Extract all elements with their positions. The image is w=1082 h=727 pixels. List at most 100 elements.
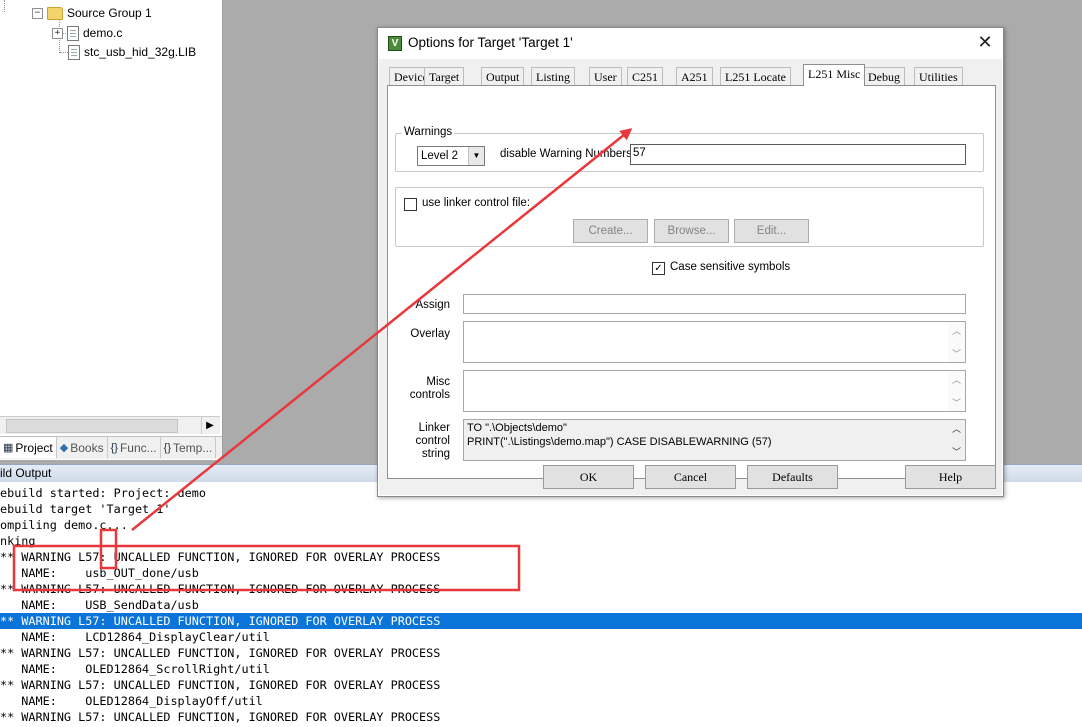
scroll-down-icon[interactable]: ﹀ bbox=[948, 396, 965, 409]
tab-project[interactable]: ▦ Project bbox=[0, 437, 57, 458]
build-output-line[interactable]: NAME: USB_SendData/usb bbox=[0, 597, 1082, 613]
folder-icon bbox=[47, 6, 63, 20]
build-output-pane[interactable]: ebuild started: Project: demo ebuild targ… bbox=[0, 482, 1082, 727]
build-output-line[interactable]: nking bbox=[0, 533, 1082, 549]
build-output-line[interactable]: ebuild target 'Target 1' bbox=[0, 501, 1082, 517]
overlay-label: Overlay bbox=[410, 328, 450, 340]
browse-button[interactable]: Browse... bbox=[654, 219, 729, 243]
tree-item-label: stc_usb_hid_32g.LIB bbox=[84, 45, 197, 59]
tab-l251-misc[interactable]: L251 Misc bbox=[803, 64, 866, 86]
scroll-up-icon[interactable]: ︿ bbox=[948, 324, 965, 337]
warning-level-select[interactable]: Level 2 ▼ bbox=[417, 146, 485, 166]
tab-a251[interactable]: A251 bbox=[676, 67, 713, 86]
overlay-textarea[interactable]: ︿ ﹀ bbox=[463, 321, 966, 363]
tab-output[interactable]: Output bbox=[481, 67, 525, 86]
build-output-line[interactable]: ** WARNING L57: UNCALLED FUNCTION, IGNOR… bbox=[0, 549, 1082, 565]
controls-label: controls bbox=[409, 389, 450, 401]
panel-tabs: ▦ Project ◆ Books {} Func... {} Temp... bbox=[0, 436, 222, 459]
help-button[interactable]: Help bbox=[905, 465, 996, 489]
tree-item-demo-c[interactable]: + demo.c bbox=[52, 24, 122, 42]
tree-item-label: Source Group 1 bbox=[67, 6, 152, 20]
templates-icon: {} bbox=[163, 441, 171, 454]
scroll-right-arrow-icon[interactable]: ▶ bbox=[201, 417, 218, 434]
scroll-down-icon[interactable]: ﹀ bbox=[948, 347, 965, 360]
assign-input[interactable] bbox=[463, 294, 966, 314]
warnings-group: Warnings Level 2 ▼ disable Warning Numbe… bbox=[395, 126, 984, 172]
scroll-up-icon[interactable]: ︿ bbox=[948, 373, 965, 386]
disable-warnings-value: 57 bbox=[633, 147, 646, 159]
overlay-scrollbar[interactable]: ︿ ﹀ bbox=[948, 322, 965, 362]
tab-target[interactable]: Target bbox=[424, 67, 465, 86]
build-output-line[interactable]: NAME: usb_OUT_done/usb bbox=[0, 565, 1082, 581]
scrollbar-thumb[interactable] bbox=[6, 419, 178, 433]
keil-app-icon: V bbox=[388, 36, 402, 51]
build-output-line[interactable]: ** WARNING L57: UNCALLED FUNCTION, IGNOR… bbox=[0, 581, 1082, 597]
case-sensitive-label: Case sensitive symbols bbox=[670, 261, 791, 273]
tree-item-label: demo.c bbox=[83, 26, 123, 40]
edit-button[interactable]: Edit... bbox=[734, 219, 809, 243]
linker-string-line-2: PRINT(".\Listings\demo.map") CASE DISABL… bbox=[467, 436, 772, 448]
use-linker-file-checkbox[interactable] bbox=[404, 198, 417, 211]
tab-templates[interactable]: {} Temp... bbox=[161, 437, 217, 458]
scroll-down-icon[interactable]: ﹀ bbox=[948, 445, 965, 458]
tree-item-source-group[interactable]: − Source Group 1 bbox=[32, 4, 152, 22]
expand-icon[interactable]: + bbox=[52, 27, 63, 39]
tab-label: Func... bbox=[119, 440, 157, 455]
chevron-down-icon[interactable]: ▼ bbox=[468, 147, 484, 165]
build-output-line[interactable]: ** WARNING L57: UNCALLED FUNCTION, IGNOR… bbox=[0, 645, 1082, 661]
dialog-body: Device Target Output Listing User C251 A251 L25… bbox=[379, 59, 1002, 495]
linker-string-scrollbar[interactable]: ︿ ﹀ bbox=[948, 420, 965, 460]
control-label: control bbox=[415, 435, 450, 447]
dialog-title: Options for Target 'Target 1' bbox=[408, 35, 573, 50]
tab-page-l251-misc: Warnings Level 2 ▼ disable Warning Numbe… bbox=[387, 85, 996, 479]
scroll-up-icon[interactable]: ︿ bbox=[948, 422, 965, 435]
case-sensitive-checkbox[interactable]: ✓ bbox=[652, 262, 665, 275]
ok-button[interactable]: OK bbox=[543, 465, 634, 489]
build-output-line[interactable]: NAME: OLED12864_DisplayOff/util bbox=[0, 693, 1082, 709]
tab-debug[interactable]: Debug bbox=[863, 67, 905, 86]
misc-controls-textarea[interactable]: ︿ ﹀ bbox=[463, 370, 966, 412]
tab-user[interactable]: User bbox=[589, 67, 622, 86]
project-icon: ▦ bbox=[3, 442, 14, 454]
functions-icon: {} bbox=[110, 441, 118, 454]
dialog-title-bar[interactable]: V Options for Target 'Target 1' ✕ bbox=[378, 28, 1003, 58]
build-output-line[interactable]: ** WARNING L57: UNCALLED FUNCTION, IGNOR… bbox=[0, 709, 1082, 725]
tab-label: Books bbox=[70, 440, 104, 455]
tab-utilities[interactable]: Utilities bbox=[914, 67, 963, 86]
build-output-line[interactable]: ** WARNING L57: UNCALLED FUNCTION, IGNOR… bbox=[0, 677, 1082, 693]
close-icon[interactable]: ✕ bbox=[975, 32, 995, 52]
tab-l251-locate[interactable]: L251 Locate bbox=[720, 67, 791, 86]
horizontal-scrollbar[interactable]: ▶ bbox=[0, 416, 220, 434]
tab-listing[interactable]: Listing bbox=[531, 67, 576, 86]
disable-warnings-label: disable Warning Numbers: bbox=[500, 148, 636, 160]
collapse-icon[interactable]: − bbox=[32, 7, 43, 19]
string-label: string bbox=[421, 448, 450, 460]
build-output-line[interactable]: NAME: LCD12864_DisplayClear/util bbox=[0, 629, 1082, 645]
disable-warnings-input[interactable]: 57 bbox=[630, 144, 966, 165]
misc-label: Misc bbox=[426, 376, 450, 388]
linker-label: Linker bbox=[418, 422, 450, 434]
build-output-line[interactable]: ompiling demo.c... bbox=[0, 517, 1082, 533]
cancel-button[interactable]: Cancel bbox=[645, 465, 736, 489]
tab-label: Project bbox=[15, 440, 53, 455]
use-linker-file-label: use linker control file: bbox=[422, 197, 531, 209]
defaults-button[interactable]: Defaults bbox=[747, 465, 838, 489]
library-file-icon bbox=[68, 44, 80, 60]
linker-file-group: use linker control file: Create... Brows… bbox=[395, 187, 984, 247]
tab-books[interactable]: ◆ Books bbox=[57, 437, 108, 458]
linker-string-line-1: TO ".\Objects\demo" bbox=[467, 422, 567, 434]
linker-control-string: TO ".\Objects\demo" PRINT(".\Listings\de… bbox=[463, 419, 966, 461]
build-output-title: ild Output bbox=[0, 466, 52, 480]
build-output-line[interactable]: NAME: OLED12864_ScrollRight/util bbox=[0, 661, 1082, 677]
project-panel: − Source Group 1 + demo.c stc_usb_hid_32… bbox=[0, 0, 223, 460]
build-output-line[interactable]: ** WARNING L57: UNCALLED FUNCTION, IGNOR… bbox=[0, 613, 1082, 629]
create-button[interactable]: Create... bbox=[573, 219, 648, 243]
tab-label: Temp... bbox=[173, 440, 213, 455]
tree-line bbox=[4, 0, 5, 12]
tab-functions[interactable]: {} Func... bbox=[108, 437, 161, 458]
options-dialog: V Options for Target 'Target 1' ✕ Device… bbox=[377, 27, 1004, 497]
tab-c251[interactable]: C251 bbox=[627, 67, 664, 86]
tree-item-lib[interactable]: stc_usb_hid_32g.LIB bbox=[64, 43, 196, 61]
warning-level-value: Level 2 bbox=[421, 150, 459, 162]
misc-scrollbar[interactable]: ︿ ﹀ bbox=[948, 371, 965, 411]
